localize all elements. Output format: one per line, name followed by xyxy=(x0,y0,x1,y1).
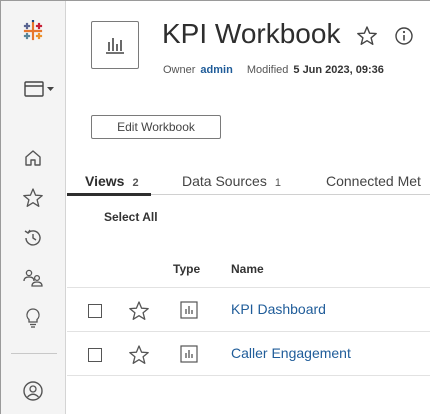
column-header-name[interactable]: Name xyxy=(231,262,264,276)
tab-count: 1 xyxy=(274,177,281,189)
modified-value: 5 Jun 2023, 09:36 xyxy=(293,64,384,76)
edit-workbook-button[interactable]: Edit Workbook xyxy=(91,115,221,139)
table-divider xyxy=(67,331,430,332)
tab-data-sources[interactable]: Data Sources 1 xyxy=(182,173,281,189)
sidebar xyxy=(1,1,66,414)
recommendations-lightbulb-icon[interactable] xyxy=(21,306,45,330)
tableau-logo-icon[interactable] xyxy=(21,19,45,43)
recents-clock-icon[interactable] xyxy=(21,226,45,250)
tab-views[interactable]: Views 2 xyxy=(85,173,139,189)
row-favorite-star-icon[interactable] xyxy=(128,344,150,371)
favorite-star-icon[interactable] xyxy=(356,25,378,52)
favorites-star-icon[interactable] xyxy=(21,186,45,210)
table-divider xyxy=(67,375,430,376)
view-name-link[interactable]: Caller Engagement xyxy=(231,345,351,361)
site-switcher-icon[interactable] xyxy=(23,77,57,101)
row-favorite-star-icon[interactable] xyxy=(128,300,150,327)
tab-count: 2 xyxy=(132,177,139,189)
workbook-chart-icon xyxy=(106,38,124,54)
sidebar-divider xyxy=(11,353,57,354)
app-frame: KPI Workbook Owner admin Modified 5 Jun 202… xyxy=(0,0,430,414)
tab-label: Connected Met xyxy=(326,173,421,189)
active-tab-indicator xyxy=(67,193,151,196)
view-chart-icon xyxy=(180,345,198,368)
groups-icon[interactable] xyxy=(21,266,45,290)
tab-label: Views xyxy=(85,173,125,189)
home-icon[interactable] xyxy=(21,146,45,170)
view-name-link[interactable]: KPI Dashboard xyxy=(231,301,326,317)
tab-bar: Views 2 Data Sources 1 Connected Met xyxy=(67,167,430,195)
tab-connected-metrics[interactable]: Connected Met xyxy=(326,173,421,189)
row-checkbox[interactable] xyxy=(88,348,102,362)
info-icon[interactable] xyxy=(394,26,414,51)
column-header-type[interactable]: Type xyxy=(173,262,200,276)
select-all-button[interactable]: Select All xyxy=(104,210,158,224)
workbook-meta: Owner admin Modified 5 Jun 2023, 09:36 xyxy=(163,64,384,76)
tab-label: Data Sources xyxy=(182,173,267,189)
owner-label: Owner xyxy=(163,64,196,76)
modified-label: Modified xyxy=(246,64,289,76)
user-profile-icon[interactable] xyxy=(21,379,45,403)
table-divider xyxy=(67,287,430,288)
workbook-thumbnail xyxy=(91,21,139,69)
page-title: KPI Workbook xyxy=(162,18,341,49)
view-chart-icon xyxy=(180,301,198,324)
owner-link[interactable]: admin xyxy=(200,64,232,76)
row-checkbox[interactable] xyxy=(88,304,102,318)
